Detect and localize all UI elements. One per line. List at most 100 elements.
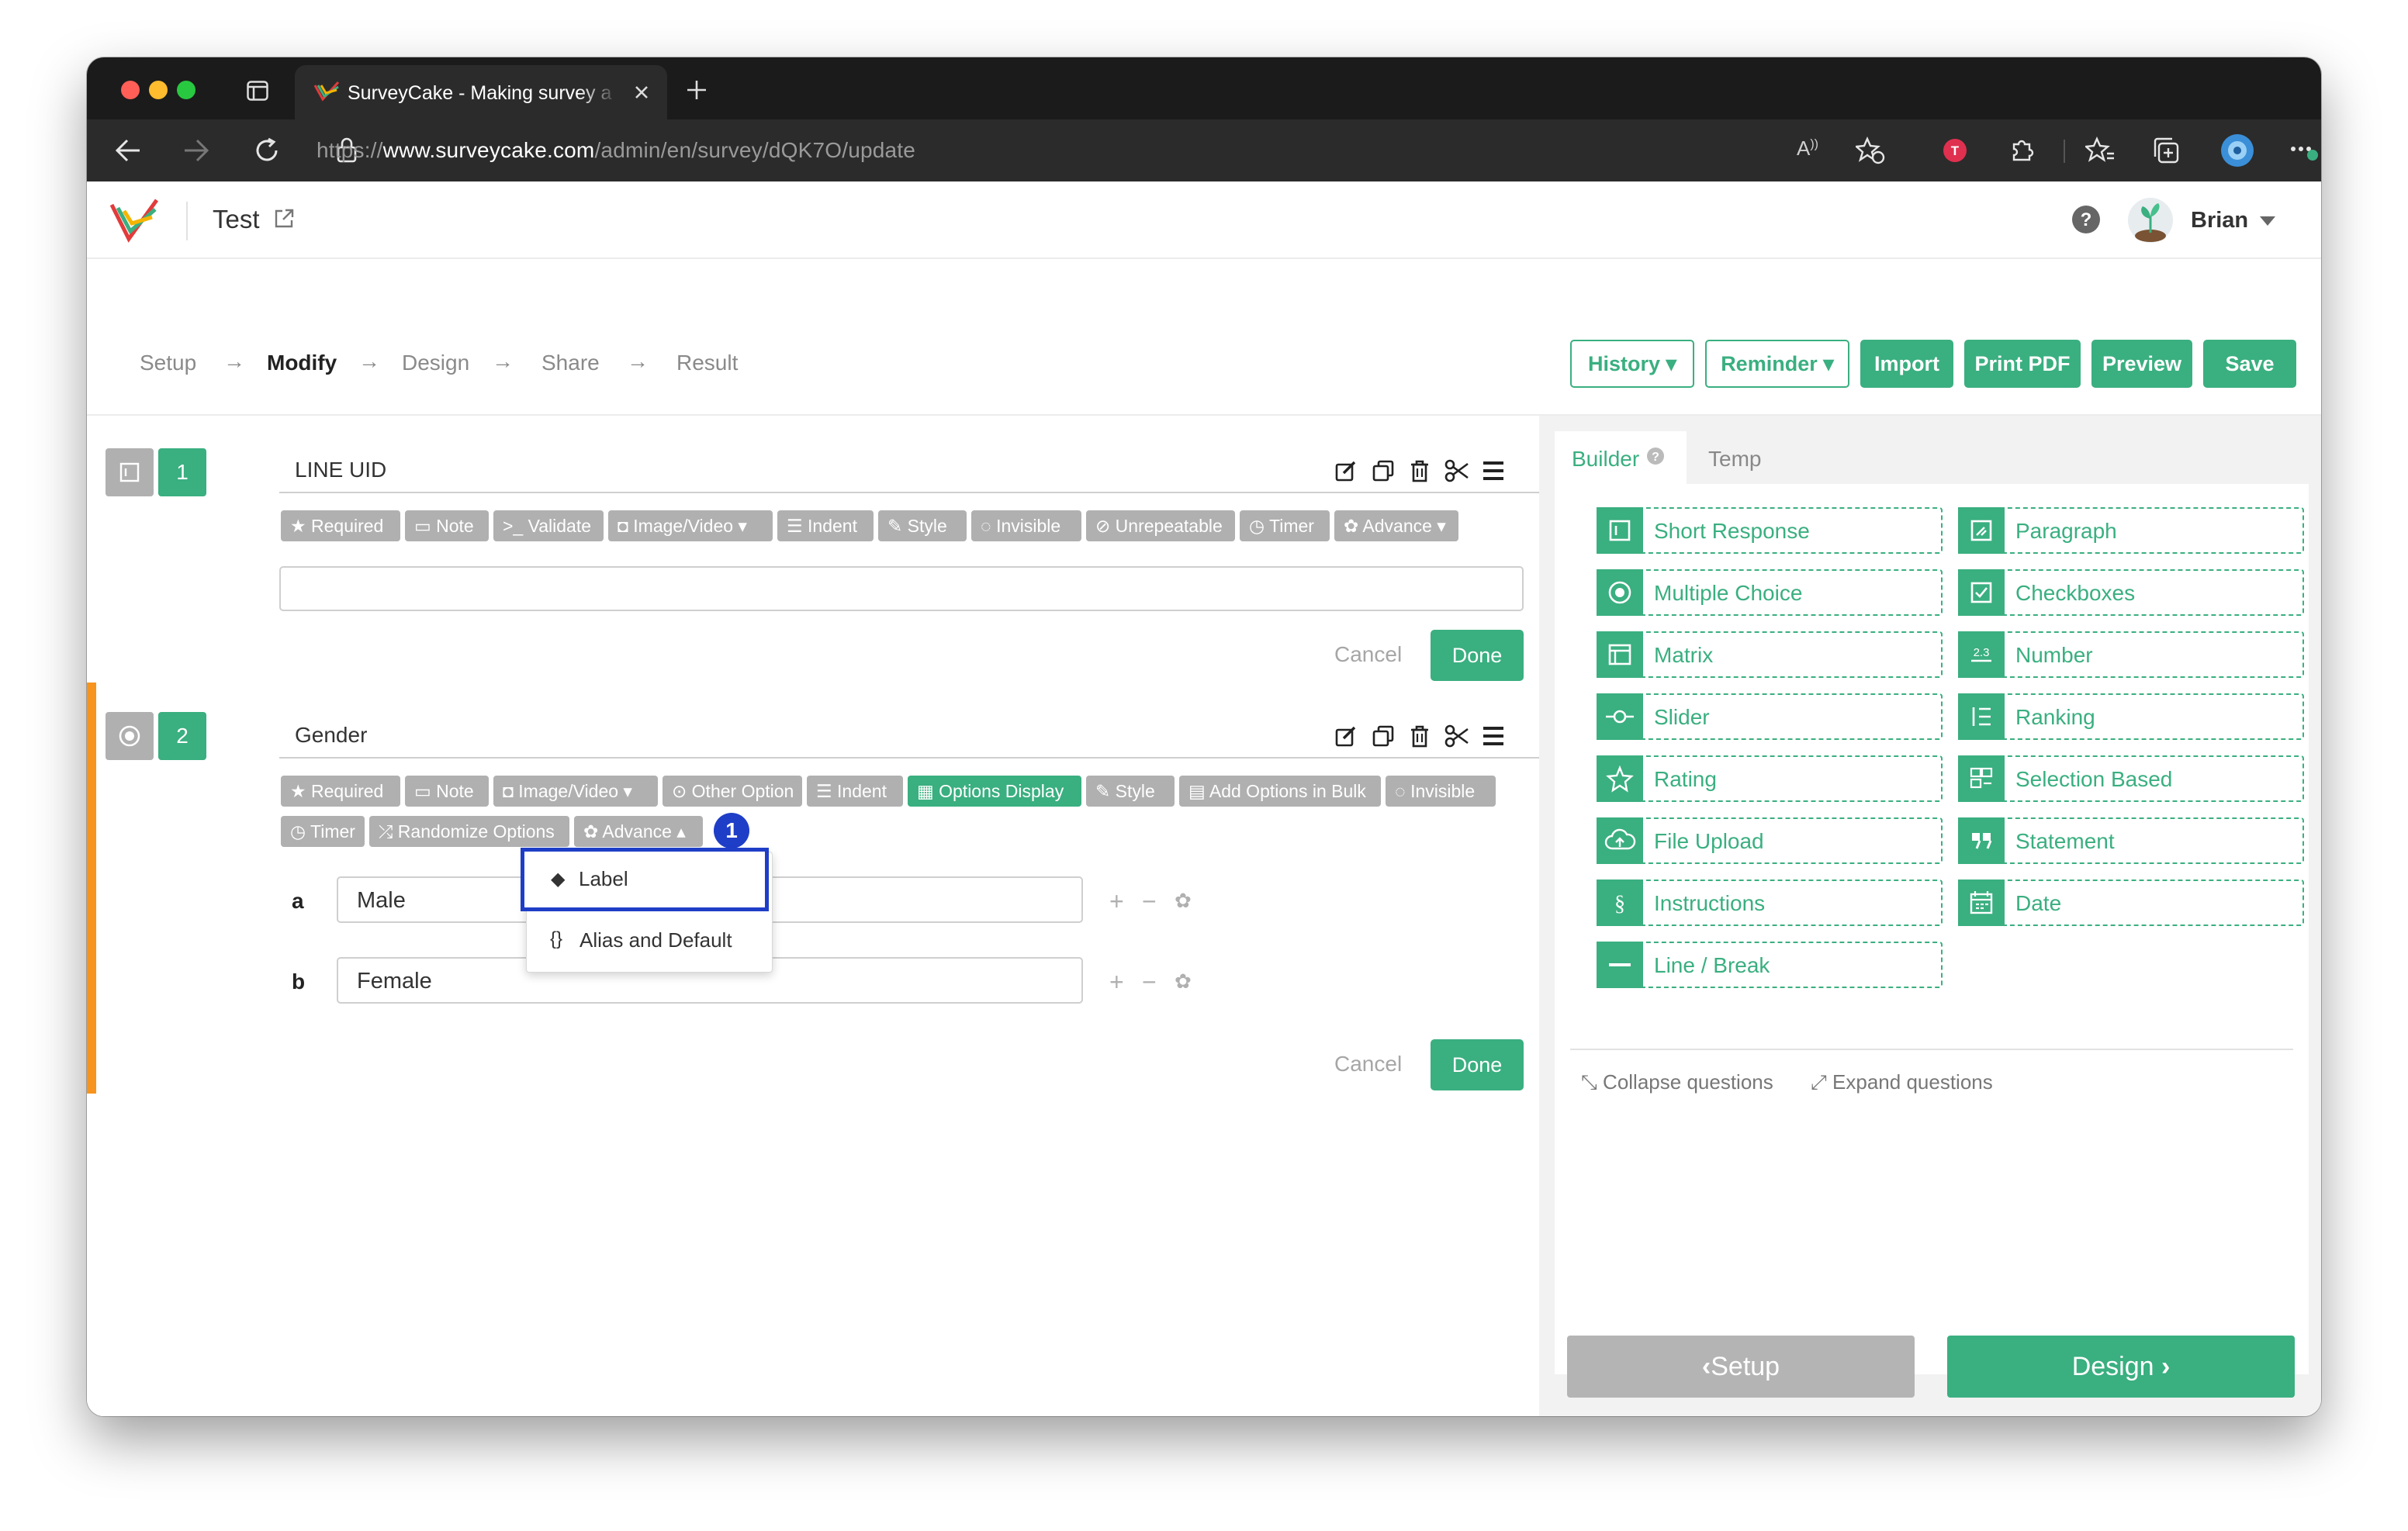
browser-tab-active[interactable]: SurveyCake - Making survey a: [295, 65, 667, 119]
palette-date[interactable]: Date: [1958, 880, 2304, 926]
trash-icon[interactable]: [1409, 459, 1431, 482]
tag-note[interactable]: ▭ Note: [405, 510, 489, 541]
preview-button[interactable]: Preview: [2091, 340, 2192, 388]
menu-item-label[interactable]: ◆ Label: [521, 848, 769, 911]
tag-add-options-in-bulk[interactable]: ▤ Add Options in Bulk: [1179, 776, 1381, 807]
profile-avatar-icon[interactable]: [2220, 133, 2254, 168]
step-modify[interactable]: Modify: [267, 351, 337, 375]
tag-required[interactable]: ★ Required: [281, 510, 400, 541]
tag-note[interactable]: ▭ Note: [405, 776, 489, 807]
collapse-questions-link[interactable]: ⤡ Collapse questions: [1581, 1070, 1773, 1095]
question-2-title[interactable]: Gender: [295, 723, 367, 748]
tag-indent[interactable]: ☰ Indent: [777, 510, 874, 541]
print-pdf-button[interactable]: Print PDF: [1964, 340, 2081, 388]
forward-arrow-icon[interactable]: [183, 138, 209, 163]
tag-image-video[interactable]: ◘ Image/Video ▾: [608, 510, 773, 541]
scissors-icon[interactable]: [1444, 724, 1469, 748]
tag-timer[interactable]: ◷ Timer: [281, 816, 365, 847]
palette-paragraph[interactable]: Paragraph: [1958, 507, 2304, 554]
tab-builder[interactable]: Builder ?: [1555, 431, 1687, 484]
palette-multiple-choice[interactable]: Multiple Choice: [1597, 569, 1943, 616]
user-menu-caret-icon[interactable]: [2259, 216, 2276, 226]
next-step-button[interactable]: Design ›: [1947, 1336, 2295, 1398]
edit-icon[interactable]: [1334, 724, 1358, 748]
tab-temp[interactable]: Temp: [1708, 447, 1761, 472]
tag-style[interactable]: ✎ Style: [1086, 776, 1175, 807]
edit-icon[interactable]: [1334, 459, 1358, 482]
extension-red-icon[interactable]: T: [1943, 138, 1967, 163]
tag-unrepeatable[interactable]: ⊘ Unrepeatable: [1086, 510, 1235, 541]
tag-image-video[interactable]: ◘ Image/Video ▾: [493, 776, 658, 807]
remove-option-icon[interactable]: −: [1142, 968, 1157, 997]
menu-item-alias-and-default[interactable]: {} Alias and Default: [527, 918, 772, 964]
palette-line-break[interactable]: Line / Break: [1597, 942, 1943, 988]
tag-advance[interactable]: ✿ Advance ▾: [1334, 510, 1458, 541]
palette-checkboxes[interactable]: Checkboxes: [1958, 569, 2304, 616]
favorites-icon[interactable]: [2085, 137, 2115, 164]
tag-style[interactable]: ✎ Style: [878, 510, 967, 541]
tag-invisible[interactable]: ◌ Invisible: [971, 510, 1081, 541]
step-share[interactable]: Share: [541, 351, 600, 375]
read-aloud-icon[interactable]: A)): [1797, 137, 1818, 161]
expand-questions-link[interactable]: ⤢ Expand questions: [1811, 1070, 1993, 1095]
palette-slider[interactable]: Slider: [1597, 693, 1943, 740]
collections-icon[interactable]: [2152, 137, 2180, 164]
address-bar[interactable]: https://www.surveycake.com/admin/en/surv…: [317, 138, 915, 163]
maximize-window-button[interactable]: [177, 81, 195, 99]
minimize-window-button[interactable]: [149, 81, 168, 99]
palette-short-response[interactable]: Short Response: [1597, 507, 1943, 554]
drag-handle-icon[interactable]: [1482, 726, 1505, 746]
palette-file-upload[interactable]: File Upload: [1597, 817, 1943, 864]
tag-advance[interactable]: ✿ Advance ▴: [574, 816, 703, 847]
extensions-puzzle-icon[interactable]: [2008, 137, 2036, 164]
surveycake-logo[interactable]: [109, 197, 158, 244]
question-1-title[interactable]: LINE UID: [295, 458, 386, 482]
avatar[interactable]: [2127, 197, 2174, 244]
tag-options-display[interactable]: ▦ Options Display: [908, 776, 1081, 807]
previous-step-button[interactable]: ‹Setup: [1567, 1336, 1915, 1398]
step-result[interactable]: Result: [676, 351, 738, 375]
option-settings-gear-icon[interactable]: ✿: [1175, 889, 1192, 913]
drag-handle-icon[interactable]: [1482, 461, 1505, 481]
help-icon[interactable]: ?: [2071, 205, 2101, 234]
palette-matrix[interactable]: Matrix: [1597, 631, 1943, 678]
history-button[interactable]: History ▾: [1570, 340, 1694, 388]
import-button[interactable]: Import: [1860, 340, 1953, 388]
tag-randomize-options[interactable]: ⤮ Randomize Options: [369, 816, 569, 847]
external-link-icon[interactable]: [273, 208, 295, 230]
palette-ranking[interactable]: Ranking: [1958, 693, 2304, 740]
tag-other-option[interactable]: ⊙ Other Option: [663, 776, 802, 807]
favorites-add-icon[interactable]: [1856, 137, 1885, 164]
reload-icon[interactable]: [253, 137, 281, 164]
question-2-done-button[interactable]: Done: [1431, 1039, 1524, 1090]
add-option-icon[interactable]: +: [1109, 968, 1124, 997]
palette-number[interactable]: 2.3 Number: [1958, 631, 2304, 678]
tag-indent[interactable]: ☰ Indent: [807, 776, 903, 807]
tag-required[interactable]: ★ Required: [281, 776, 400, 807]
question-1-answer-field[interactable]: [279, 566, 1524, 611]
user-name[interactable]: Brian: [2191, 208, 2248, 233]
palette-rating[interactable]: Rating: [1597, 755, 1943, 802]
tag-timer[interactable]: ◷ Timer: [1240, 510, 1330, 541]
save-button[interactable]: Save: [2203, 340, 2296, 388]
back-arrow-icon[interactable]: [115, 138, 141, 163]
new-tab-icon[interactable]: [686, 79, 708, 101]
question-2-cancel[interactable]: Cancel: [1334, 1052, 1402, 1077]
close-window-button[interactable]: [121, 81, 140, 99]
step-design[interactable]: Design: [402, 351, 469, 375]
tag-invisible[interactable]: ◌ Invisible: [1386, 776, 1496, 807]
copy-icon[interactable]: [1372, 459, 1395, 482]
scissors-icon[interactable]: [1444, 459, 1469, 482]
more-menu-icon[interactable]: [2290, 143, 2318, 161]
add-option-icon[interactable]: +: [1109, 887, 1124, 916]
sidebar-toggle-icon[interactable]: [247, 81, 268, 101]
option-settings-gear-icon[interactable]: ✿: [1175, 969, 1192, 994]
remove-option-icon[interactable]: −: [1142, 887, 1157, 916]
palette-selection-based[interactable]: Selection Based: [1958, 755, 2304, 802]
tag-validate[interactable]: >_ Validate: [493, 510, 604, 541]
palette-instructions[interactable]: § Instructions: [1597, 880, 1943, 926]
reminder-button[interactable]: Reminder ▾: [1705, 340, 1849, 388]
step-setup[interactable]: Setup: [140, 351, 196, 375]
close-tab-icon[interactable]: [633, 84, 650, 101]
trash-icon[interactable]: [1409, 724, 1431, 748]
